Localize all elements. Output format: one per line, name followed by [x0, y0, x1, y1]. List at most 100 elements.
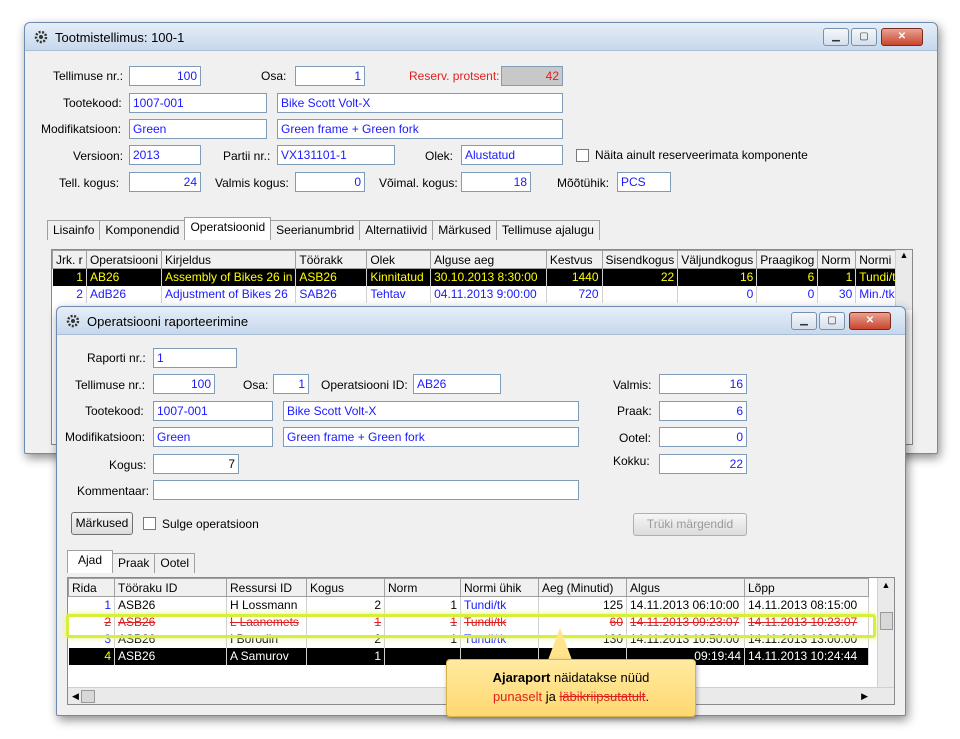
col-header[interactable]: Ressursi ID: [226, 578, 307, 597]
cell: 2: [52, 285, 87, 303]
remarks-button[interactable]: Märkused: [71, 512, 133, 535]
status-field[interactable]: Alustatud: [461, 145, 563, 165]
waiting-field[interactable]: 0: [659, 427, 747, 447]
cell: AB26: [86, 268, 163, 286]
tab-komponendid[interactable]: Komponendid: [99, 220, 186, 240]
table-row[interactable]: 1 ASB26 H Lossmann 2 1 Tundi/tk 125 14.1…: [68, 596, 869, 614]
cell: A Samurov: [226, 647, 307, 665]
cell: AdB26: [86, 285, 163, 303]
order-qty-field[interactable]: 24: [129, 172, 201, 192]
cell: Tundi/tk: [460, 596, 539, 614]
close-button[interactable]: ✕: [881, 28, 923, 46]
cell: 6: [756, 268, 819, 286]
tab-operatsioonid[interactable]: Operatsioonid: [184, 217, 272, 240]
col-header[interactable]: Töörakk: [295, 250, 368, 269]
maximize-button[interactable]: ▢: [851, 28, 877, 46]
minimize-button[interactable]: ▁: [823, 28, 849, 46]
col-header[interactable]: Operatsiooni: [85, 250, 163, 269]
done-qty-field[interactable]: 0: [295, 172, 365, 192]
print-labels-button[interactable]: Trüki märgendid: [633, 513, 747, 536]
maximize-button[interactable]: ▢: [819, 312, 845, 330]
tab-ootel[interactable]: Ootel: [154, 553, 196, 573]
batch-nr-field[interactable]: VX131101-1: [277, 145, 395, 165]
modification-description-field[interactable]: Green frame + Green fork: [277, 119, 563, 139]
cell: 1: [68, 596, 115, 614]
col-header[interactable]: Norm: [384, 578, 461, 597]
modification-field[interactable]: Green: [129, 119, 267, 139]
col-header[interactable]: Praagikog: [756, 250, 819, 269]
quantity-field[interactable]: 7: [153, 454, 239, 474]
tab-praak[interactable]: Praak: [112, 553, 156, 573]
comment-label: Kommentaar:: [77, 484, 150, 498]
order-nr-label: Tellimuse nr.:: [53, 69, 124, 83]
cell: [602, 285, 679, 303]
quantity-label: Kogus:: [109, 458, 147, 472]
operation-id-field[interactable]: AB26: [413, 374, 501, 394]
modification-label: Modifikatsioon:: [41, 122, 122, 136]
col-header[interactable]: Sisendkogus: [601, 250, 679, 269]
minimize-button[interactable]: ▁: [791, 312, 817, 330]
report-nr-label: Raporti nr.:: [87, 351, 146, 365]
order-nr-field[interactable]: 100: [153, 374, 215, 394]
close-operation-label: Sulge operatsioon: [162, 517, 259, 531]
col-header[interactable]: Normi ühik: [460, 578, 539, 597]
tab-lisainfo[interactable]: Lisainfo: [47, 220, 101, 240]
col-header[interactable]: Norm: [817, 250, 857, 269]
modification-field[interactable]: Green: [153, 427, 273, 447]
table-row[interactable]: 1 AB26 Assembly of Bikes 26 in ASB26 Kin…: [52, 268, 912, 286]
col-header[interactable]: Alguse aeg: [430, 250, 547, 269]
done-qty-label: Valmis kogus:: [215, 176, 289, 190]
col-header[interactable]: Jrk. r: [52, 250, 87, 269]
col-header[interactable]: Algus: [626, 578, 745, 597]
times-vscroll[interactable]: ▲: [877, 578, 894, 688]
product-description-field[interactable]: Bike Scott Volt-X: [277, 93, 563, 113]
close-operation-checkbox[interactable]: [143, 517, 156, 530]
col-header[interactable]: Väljundkogus: [677, 250, 758, 269]
report-nr-field[interactable]: 1: [153, 348, 237, 368]
operations-vscroll[interactable]: ▲: [895, 250, 912, 310]
show-unreserved-label: Näita ainult reserveerimata komponente: [595, 148, 808, 162]
modification-description-field[interactable]: Green frame + Green fork: [283, 427, 579, 447]
times-header-row: Rida Tööraku ID Ressursi ID Kogus Norm N…: [68, 578, 869, 597]
cell: ASB26: [114, 596, 227, 614]
product-code-field[interactable]: 1007-001: [153, 401, 273, 421]
product-code-label: Tootekood:: [85, 404, 144, 418]
cell: 1: [384, 596, 461, 614]
col-header[interactable]: Kogus: [306, 578, 385, 597]
main-tabs: Lisainfo Komponendid Operatsioonid Seeri…: [47, 217, 600, 240]
col-header[interactable]: Kirjeldus: [161, 250, 297, 269]
version-field[interactable]: 2013: [129, 145, 201, 165]
total-field[interactable]: 22: [659, 454, 747, 474]
comment-field[interactable]: [153, 480, 579, 500]
order-nr-field[interactable]: 100: [129, 66, 201, 86]
show-unreserved-checkbox[interactable]: [576, 149, 589, 162]
tab-ajad[interactable]: Ajad: [67, 550, 114, 573]
close-button[interactable]: ✕: [849, 312, 891, 330]
possible-qty-field[interactable]: 18: [461, 172, 531, 192]
callout-red: punaselt: [492, 689, 543, 704]
col-header[interactable]: Rida: [68, 578, 115, 597]
tab-seerianumbrid[interactable]: Seerianumbrid: [270, 220, 361, 240]
product-code-field[interactable]: 1007-001: [129, 93, 267, 113]
part-field[interactable]: 1: [273, 374, 309, 394]
table-row[interactable]: 2 AdB26 Adjustment of Bikes 26 SAB26 Teh…: [52, 285, 912, 303]
part-field[interactable]: 1: [295, 66, 365, 86]
col-header[interactable]: Kestvus: [545, 250, 603, 269]
scroll-thumb[interactable]: [879, 612, 893, 630]
tab-tellimuse-ajalugu[interactable]: Tellimuse ajalugu: [495, 220, 600, 240]
reserve-percent-field: 42: [501, 66, 563, 86]
col-header[interactable]: Lõpp: [744, 578, 869, 597]
col-header[interactable]: Aeg (Minutid): [538, 578, 627, 597]
product-description-field[interactable]: Bike Scott Volt-X: [283, 401, 579, 421]
scrap-field[interactable]: 6: [659, 401, 747, 421]
done-field[interactable]: 16: [659, 374, 747, 394]
title-bar[interactable]: Operatsiooni raporteerimine ▁ ▢ ✕: [57, 307, 905, 335]
unit-field[interactable]: PCS: [617, 172, 671, 192]
part-label: Osa:: [261, 69, 287, 83]
scroll-thumb[interactable]: [81, 690, 96, 704]
title-bar[interactable]: Tootmistellimus: 100-1 ▁ ▢ ✕: [25, 23, 937, 51]
tab-markused[interactable]: Märkused: [432, 220, 497, 240]
col-header[interactable]: Olek: [366, 250, 432, 269]
tab-alternatiivid[interactable]: Alternatiivid: [359, 220, 434, 240]
col-header[interactable]: Tööraku ID: [114, 578, 227, 597]
